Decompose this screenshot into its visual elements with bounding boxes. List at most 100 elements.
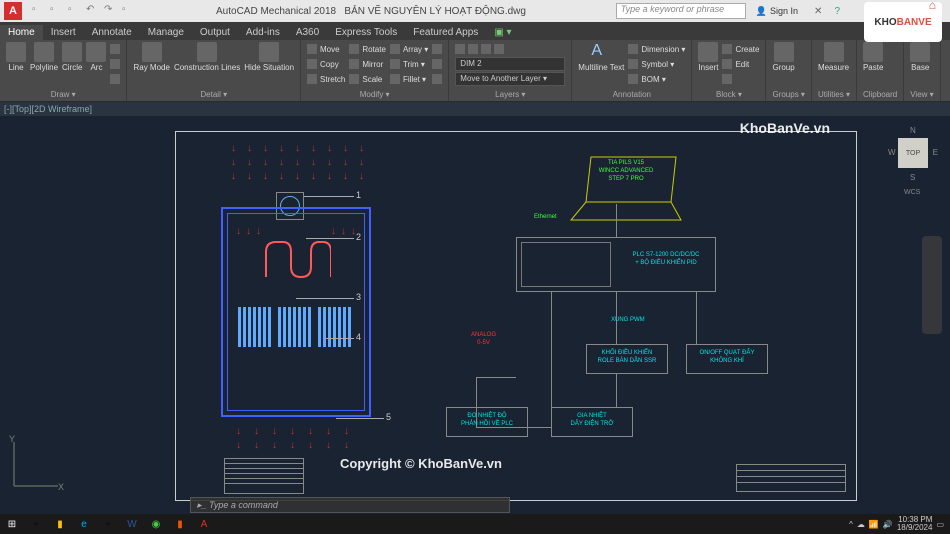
conslines-button[interactable]: Construction Lines [174, 42, 240, 72]
airflow-arrow: ↓ [308, 441, 313, 451]
store-icon[interactable]: ▫ [96, 514, 120, 534]
app-icon[interactable]: A [4, 2, 22, 20]
nav-wheel-icon[interactable] [922, 242, 942, 262]
create-button[interactable]: Create [722, 42, 759, 56]
trim-button[interactable]: Trim ▾ [390, 57, 428, 71]
paste-button[interactable]: Paste [863, 42, 883, 72]
airflow-arrow: ↓ [295, 172, 300, 182]
app-icon-2[interactable]: ▮ [168, 514, 192, 534]
word-icon[interactable]: W [120, 514, 144, 534]
autocad-taskbar-icon[interactable]: A [192, 514, 216, 534]
airflow-arrow: ↓ [231, 172, 236, 182]
tab-express[interactable]: Express Tools [327, 25, 405, 40]
polyline-button[interactable]: Polyline [30, 42, 58, 72]
ribbon-tabs: Home Insert Annotate Manage Output Add-i… [0, 22, 950, 40]
command-line[interactable]: ▸_ Type a command [190, 497, 510, 513]
bom-button[interactable]: BOM ▾ [628, 72, 685, 86]
help-icon[interactable]: ? [834, 6, 840, 17]
panel-layers: DIM 2 Move to Another Layer ▾ Layers ▾ [449, 40, 572, 101]
exchange-icon[interactable]: ✕ [814, 6, 822, 17]
scale-button[interactable]: Scale [349, 72, 386, 86]
airflow-arrow: ↓ [326, 441, 331, 451]
taskview-icon[interactable]: ▫ [24, 514, 48, 534]
qat-new-icon[interactable]: ▫ [32, 4, 46, 18]
airflow-arrow: ↓ [254, 427, 259, 437]
svg-text:Y: Y [9, 434, 15, 444]
group-button[interactable]: Group [772, 42, 794, 72]
qat-save-icon[interactable]: ▫ [68, 4, 82, 18]
arc-button[interactable]: Arc [86, 42, 106, 72]
qat-undo-icon[interactable]: ↶ [86, 4, 100, 18]
tray-wifi-icon[interactable]: 📶 [869, 520, 879, 529]
airflow-arrow: ↓ [359, 172, 364, 182]
airflow-arrow: ↓ [263, 144, 268, 154]
notification-icon[interactable]: ▭ [936, 520, 944, 529]
insert-button[interactable]: Insert [698, 42, 718, 72]
watermark-center: Copyright © KhoBanVe.vn [340, 456, 502, 471]
qat-redo-icon[interactable]: ↷ [104, 4, 118, 18]
airflow-arrow: ↓ [279, 172, 284, 182]
symbol-button[interactable]: Symbol ▾ [628, 57, 685, 71]
hidesit-button[interactable]: Hide Situation [244, 42, 294, 72]
tab-addins[interactable]: Add-ins [238, 25, 288, 40]
base-button[interactable]: Base [910, 42, 930, 72]
clock[interactable]: 10:38 PM 18/9/2024 [897, 516, 933, 532]
panel-modify: Move Copy Stretch Rotate Mirror Scale Ar… [301, 40, 449, 101]
khobanve-logo: ⌂ KHOBANVE [864, 2, 942, 42]
start-button[interactable]: ⊞ [0, 514, 24, 534]
stretch-button[interactable]: Stretch [307, 72, 345, 86]
app-icon-1[interactable]: ◉ [144, 514, 168, 534]
raymode-button[interactable]: Ray Mode [133, 42, 169, 72]
viewcube[interactable]: N W E TOP S WCS [888, 126, 938, 196]
tab-output[interactable]: Output [192, 25, 238, 40]
tray-sound-icon[interactable]: 🔊 [883, 520, 893, 529]
array-button[interactable]: Array ▾ [390, 42, 428, 56]
tab-home[interactable]: Home [0, 25, 43, 40]
layer-combo[interactable]: DIM 2 [455, 57, 565, 71]
help-search[interactable]: Type a keyword or phrase [616, 3, 746, 19]
mirror-button[interactable]: Mirror [349, 57, 386, 71]
airflow-arrow: ↓ [343, 158, 348, 168]
nav-pan-icon[interactable] [922, 264, 942, 284]
mtext-button[interactable]: AMultiline Text [578, 42, 624, 72]
line-button[interactable]: Line [6, 42, 26, 72]
tray-chevron-icon[interactable]: ^ [849, 520, 853, 529]
qat-open-icon[interactable]: ▫ [50, 4, 64, 18]
circle-button[interactable]: Circle [62, 42, 82, 72]
rotate-button[interactable]: Rotate [349, 42, 386, 56]
dimension-button[interactable]: Dimension ▾ [628, 42, 685, 56]
tab-annotate[interactable]: Annotate [84, 25, 140, 40]
explorer-icon[interactable]: ▮ [48, 514, 72, 534]
tab-manage[interactable]: Manage [140, 25, 192, 40]
panel-clipboard: Paste Clipboard [857, 40, 904, 101]
measure-button[interactable]: Measure [818, 42, 849, 72]
copy-button[interactable]: Copy [307, 57, 345, 71]
nav-orbit-icon[interactable] [922, 308, 942, 328]
tab-insert[interactable]: Insert [43, 25, 84, 40]
windows-taskbar: ⊞ ▫ ▮ e ▫ W ◉ ▮ A ^ ☁ 📶 🔊 10:38 PM 18/9/… [0, 514, 950, 534]
fillet-button[interactable]: Fillet ▾ [390, 72, 428, 86]
move-button[interactable]: Move [307, 42, 345, 56]
tab-extra[interactable]: ▣ ▾ [486, 25, 519, 40]
heating-element [261, 237, 331, 282]
panel-annotation: AMultiline Text Dimension ▾ Symbol ▾ BOM… [572, 40, 692, 101]
signin-link[interactable]: 👤 Sign In [756, 6, 798, 17]
draw-extra[interactable] [110, 42, 120, 56]
edge-icon[interactable]: e [72, 514, 96, 534]
qat-plot-icon[interactable]: ▫ [122, 4, 136, 18]
layer-move-combo[interactable]: Move to Another Layer ▾ [455, 72, 565, 86]
tray-cloud-icon[interactable]: ☁ [857, 520, 865, 529]
airflow-arrow: ↓ [327, 144, 332, 154]
tab-a360[interactable]: A360 [288, 25, 327, 40]
title-block [736, 464, 846, 492]
viewcube-top[interactable]: TOP [898, 138, 928, 168]
airflow-arrow: ↓ [341, 227, 346, 237]
drawing-canvas[interactable]: KhoBanVe.vn N W E TOP S WCS /* generated… [0, 116, 950, 514]
panel-utilities: Measure Utilities ▾ [812, 40, 857, 101]
nav-zoom-icon[interactable] [922, 286, 942, 306]
tab-featured[interactable]: Featured Apps [405, 25, 486, 40]
viewport-label[interactable]: [-][Top][2D Wireframe] [0, 102, 950, 116]
edit-button[interactable]: Edit [722, 57, 759, 71]
cmdline-icon: ▸_ [197, 500, 207, 511]
nav-bar[interactable] [922, 236, 942, 334]
